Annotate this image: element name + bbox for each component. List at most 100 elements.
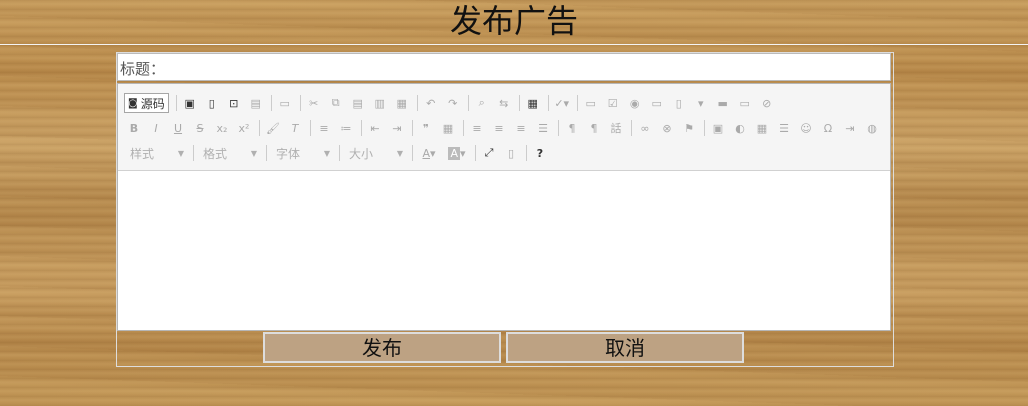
align-left-icon[interactable]: ≡	[467, 118, 487, 138]
toolbar-separator	[475, 145, 476, 161]
text-color-button[interactable]: A ▾	[416, 143, 442, 163]
toolbar-row-2: B I U S x₂ x² 🖌 T ≡ ≔ ⇤ ⇥ ❞ ▦ ≡ ≡ ≡ ☰ ¶ …	[124, 117, 884, 139]
copy-format-icon[interactable]: 🖌	[263, 118, 283, 138]
remove-format-icon[interactable]: T	[285, 118, 305, 138]
subscript-icon[interactable]: x₂	[212, 118, 232, 138]
find-icon[interactable]: ⌕	[472, 93, 492, 113]
text-color-label: A	[422, 146, 430, 160]
flash-icon[interactable]: ◐	[730, 118, 750, 138]
title-label: 标题：	[120, 60, 166, 78]
image-icon[interactable]: ▣	[708, 118, 728, 138]
bg-color-button[interactable]: A ▾	[444, 143, 470, 163]
justify-icon[interactable]: ☰	[533, 118, 553, 138]
toolbar-separator	[547, 95, 549, 111]
help-label: ?	[536, 146, 544, 160]
align-right-icon[interactable]: ≡	[511, 118, 531, 138]
spellcheck-icon[interactable]: ✓▾	[552, 93, 572, 113]
toolbar-separator	[518, 95, 520, 111]
select-icon[interactable]: ▾	[691, 93, 711, 113]
align-center-icon[interactable]: ≡	[489, 118, 509, 138]
toolbar-separator	[416, 95, 418, 111]
replace-icon[interactable]: ⇆	[494, 93, 514, 113]
toolbar-separator	[259, 120, 260, 136]
toolbar-separator	[175, 95, 177, 111]
editor-toolbar: ◙ 源码 ▣ ▯ ⊡ ▤ ▭ ✂ ⧉ ▤ ▥ ▦ ↶ ↷ ⌕ ⇆ ▦ ✓▾ ▭ …	[118, 84, 890, 171]
outdent-icon[interactable]: ⇤	[365, 118, 385, 138]
toolbar-separator	[339, 145, 340, 161]
toolbar-separator	[412, 120, 413, 136]
toolbar-separator	[526, 145, 527, 161]
smiley-icon[interactable]: ☺	[796, 118, 816, 138]
numbered-list-icon[interactable]: ≡	[314, 118, 334, 138]
form-buttons: 发布 取消	[117, 332, 891, 365]
title-divider	[0, 44, 1028, 45]
font-combo[interactable]: 字体 ▼	[270, 143, 336, 163]
new-page-icon[interactable]: ▯	[202, 93, 222, 113]
anchor-icon[interactable]: ⚑	[679, 118, 699, 138]
chevron-down-icon: ▼	[250, 148, 257, 158]
paste-word-icon[interactable]: ▦	[392, 93, 412, 113]
save-icon[interactable]: ▣	[180, 93, 200, 113]
format-combo-label: 格式	[203, 146, 228, 161]
bg-color-label: A	[448, 146, 460, 160]
select-all-icon[interactable]: ▦	[523, 93, 543, 113]
source-button[interactable]: ◙ 源码	[124, 93, 169, 113]
checkbox-icon[interactable]: ☑	[603, 93, 623, 113]
iframe-icon[interactable]: ◍	[862, 118, 882, 138]
format-combo[interactable]: 格式 ▼	[197, 143, 263, 163]
toolbar-separator	[463, 120, 464, 136]
toolbar-separator	[310, 120, 311, 136]
redo-icon[interactable]: ↷	[443, 93, 463, 113]
editor-content-area[interactable]	[118, 171, 890, 330]
language-icon[interactable]: 話	[606, 118, 626, 138]
bold-icon[interactable]: B	[124, 118, 144, 138]
radio-icon[interactable]: ◉	[625, 93, 645, 113]
title-input[interactable]	[166, 56, 890, 80]
link-icon[interactable]: ∞	[635, 118, 655, 138]
toolbar-separator	[266, 145, 267, 161]
superscript-icon[interactable]: x²	[234, 118, 254, 138]
unlink-icon[interactable]: ⊗	[657, 118, 677, 138]
paste-text-icon[interactable]: ▥	[370, 93, 390, 113]
templates-icon[interactable]: ▭	[275, 93, 295, 113]
toolbar-separator	[270, 95, 272, 111]
copy-icon[interactable]: ⧉	[326, 93, 346, 113]
underline-icon[interactable]: U	[168, 118, 188, 138]
ad-form: 标题： ◙ 源码 ▣ ▯ ⊡ ▤ ▭ ✂ ⧉ ▤ ▥ ▦ ↶ ↷ ⌕ ⇆ ▦ ✓…	[116, 52, 894, 367]
form-icon[interactable]: ▭	[581, 93, 601, 113]
cancel-button[interactable]: 取消	[506, 332, 744, 363]
textfield-icon[interactable]: ▭	[647, 93, 667, 113]
horizontal-rule-icon[interactable]: ☰	[774, 118, 794, 138]
italic-icon[interactable]: I	[146, 118, 166, 138]
cut-icon[interactable]: ✂	[304, 93, 324, 113]
textarea-icon[interactable]: ▯	[669, 93, 689, 113]
publish-button[interactable]: 发布	[263, 332, 501, 363]
bulleted-list-icon[interactable]: ≔	[336, 118, 356, 138]
font-combo-label: 字体	[276, 146, 301, 161]
ltr-icon[interactable]: ¶	[562, 118, 582, 138]
undo-icon[interactable]: ↶	[421, 93, 441, 113]
size-combo[interactable]: 大小 ▼	[343, 143, 409, 163]
paste-icon[interactable]: ▤	[348, 93, 368, 113]
maximize-icon[interactable]: ⤢	[479, 143, 499, 163]
rtl-icon[interactable]: ¶	[584, 118, 604, 138]
title-row: 标题：	[117, 53, 891, 81]
indent-icon[interactable]: ⇥	[387, 118, 407, 138]
hidden-field-icon[interactable]: ⊘	[757, 93, 777, 113]
help-button[interactable]: ?	[530, 143, 550, 163]
button-icon[interactable]: ▬	[713, 93, 733, 113]
toolbar-row-3: 样式 ▼ 格式 ▼ 字体 ▼ 大小 ▼ A ▾ A ▾ ⤢ ▯ ?	[124, 142, 552, 164]
image-button-icon[interactable]: ▭	[735, 93, 755, 113]
strike-icon[interactable]: S	[190, 118, 210, 138]
div-icon[interactable]: ▦	[438, 118, 458, 138]
preview-icon[interactable]: ⊡	[224, 93, 244, 113]
table-icon[interactable]: ▦	[752, 118, 772, 138]
blockquote-icon[interactable]: ❞	[416, 118, 436, 138]
special-char-icon[interactable]: Ω	[818, 118, 838, 138]
show-blocks-icon[interactable]: ▯	[501, 143, 521, 163]
print-icon[interactable]: ▤	[246, 93, 266, 113]
toolbar-separator	[631, 120, 632, 136]
style-combo[interactable]: 样式 ▼	[124, 143, 190, 163]
page-break-icon[interactable]: ⇥	[840, 118, 860, 138]
chevron-down-icon: ▼	[323, 148, 330, 158]
